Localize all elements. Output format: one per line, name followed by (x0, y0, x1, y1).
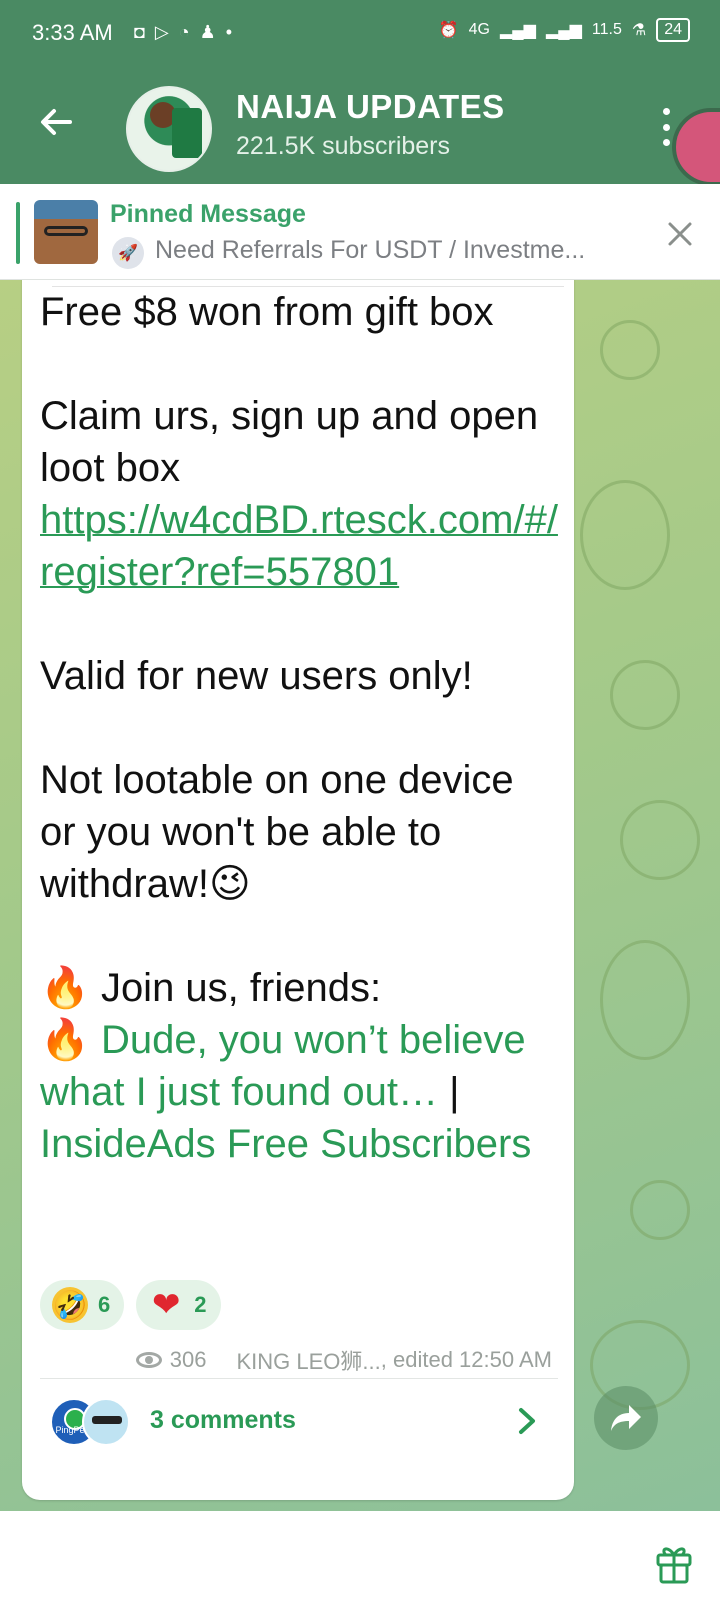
insideads-link[interactable]: InsideAds Free Subscribers (40, 1122, 531, 1166)
speed-value: 11.5 (591, 21, 622, 38)
comments-divider (40, 1378, 558, 1379)
heart-emoji-icon: ❤ (152, 1285, 181, 1325)
rocket-icon: 🚀 (112, 237, 144, 269)
edited-time: , edited 12:50 AM (380, 1347, 552, 1372)
doodle-shape (630, 1180, 690, 1240)
message-line: Claim urs, sign up and open loot box (40, 394, 539, 490)
comments-button[interactable]: PingPerks 3 comments (22, 1380, 574, 1464)
pinned-text: Need Referrals For USDT / Investme... (155, 236, 586, 264)
doodle-shape (600, 940, 690, 1060)
pinned-thumbnail (34, 200, 98, 264)
snapchat-icon: ♟ (199, 22, 216, 42)
message-line: Not lootable on one device or you won't … (40, 758, 514, 906)
pinned-label: Pinned Message (110, 200, 306, 228)
fire-emoji: 🔥 (40, 1017, 90, 1063)
system-icons: ⏰ 4G ▂▄▆ ▂▄▆ 11.5 ⚗ 24 (439, 18, 690, 42)
avatar-card (172, 108, 202, 158)
gamepad-icon: ◘ (134, 22, 145, 42)
message-line: Join us, friends: (100, 966, 382, 1010)
message-text: Free $8 won from gift box Claim urs, sig… (40, 286, 560, 1170)
pinned-message-bar[interactable]: Pinned Message 🚀 Need Referrals For USDT… (0, 184, 720, 280)
close-icon[interactable] (662, 216, 698, 252)
chat-background: Free $8 won from gift box Claim urs, sig… (0, 280, 720, 1511)
reaction-laugh[interactable]: 🤣 6 (40, 1280, 125, 1330)
share-arrow-icon (611, 1405, 641, 1431)
reaction-heart[interactable]: ❤ 2 (136, 1280, 221, 1330)
alarm-clock-icon: ⏰ (438, 22, 459, 39)
pinned-indicator (16, 202, 20, 264)
doodle-shape (620, 800, 700, 880)
author-signature: KING LEO狮... (236, 1349, 381, 1374)
doodle-shape (580, 480, 670, 590)
status-time: 3:33 AM (32, 20, 113, 45)
views-eye-icon (135, 1352, 162, 1368)
message-meta: 306 KING LEO狮..., edited 12:50 AM (135, 1344, 552, 1376)
gift-icon[interactable] (654, 1541, 694, 1585)
register-link[interactable]: https://w4cdBD.rtesck.com/#/register?ref… (40, 498, 558, 594)
signal-icon: ▂▄▆ (500, 22, 536, 39)
network-label: 4G (468, 21, 490, 38)
message-line: Free $8 won from gift box (40, 290, 494, 334)
channel-title[interactable]: NAIJA UPDATES (236, 88, 505, 126)
more-options-icon[interactable] (660, 108, 672, 146)
doodle-shape (610, 660, 680, 730)
alarm-icon: ◔ (178, 22, 190, 42)
signal2-icon: ▂▄▆ (545, 22, 582, 39)
commenter-avatar (82, 1398, 130, 1446)
view-count: 306 (169, 1347, 207, 1372)
bottom-bar (0, 1511, 720, 1611)
wink-emoji: 😉 (208, 861, 251, 907)
comments-label: 3 comments (150, 1406, 296, 1434)
separator: | (449, 1070, 460, 1114)
fire-emoji: 🔥 (40, 965, 90, 1011)
reactions-row: 🤣 6 ❤ 2 (40, 1280, 221, 1330)
notification-icons: ◘ ▷ ◔ ♟ • (134, 22, 232, 43)
back-arrow-icon[interactable] (36, 102, 76, 142)
message-line: Valid for new users only! (40, 654, 473, 698)
channel-avatar[interactable] (126, 86, 212, 172)
forward-share-button[interactable] (594, 1386, 658, 1450)
dot-icon: • (225, 22, 233, 42)
subscriber-count: 221.5K subscribers (236, 132, 451, 160)
chat-header: NAIJA UPDATES 221.5K subscribers (0, 72, 720, 184)
play-icon: ▷ (154, 22, 169, 42)
status-bar: 3:33 AM ◘ ▷ ◔ ♟ • ⏰ 4G ▂▄▆ ▂▄▆ 11.5 ⚗ 24 (0, 0, 720, 72)
reaction-count: 6 (98, 1292, 111, 1317)
flask-icon: ⚗ (631, 22, 647, 39)
chevron-right-icon (519, 1408, 535, 1434)
laugh-emoji-icon: 🤣 (52, 1287, 88, 1323)
message-bubble: Free $8 won from gift box Claim urs, sig… (22, 280, 574, 1500)
battery-icon: 24 (656, 18, 690, 42)
reaction-count: 2 (194, 1292, 207, 1317)
doodle-shape (600, 320, 660, 380)
